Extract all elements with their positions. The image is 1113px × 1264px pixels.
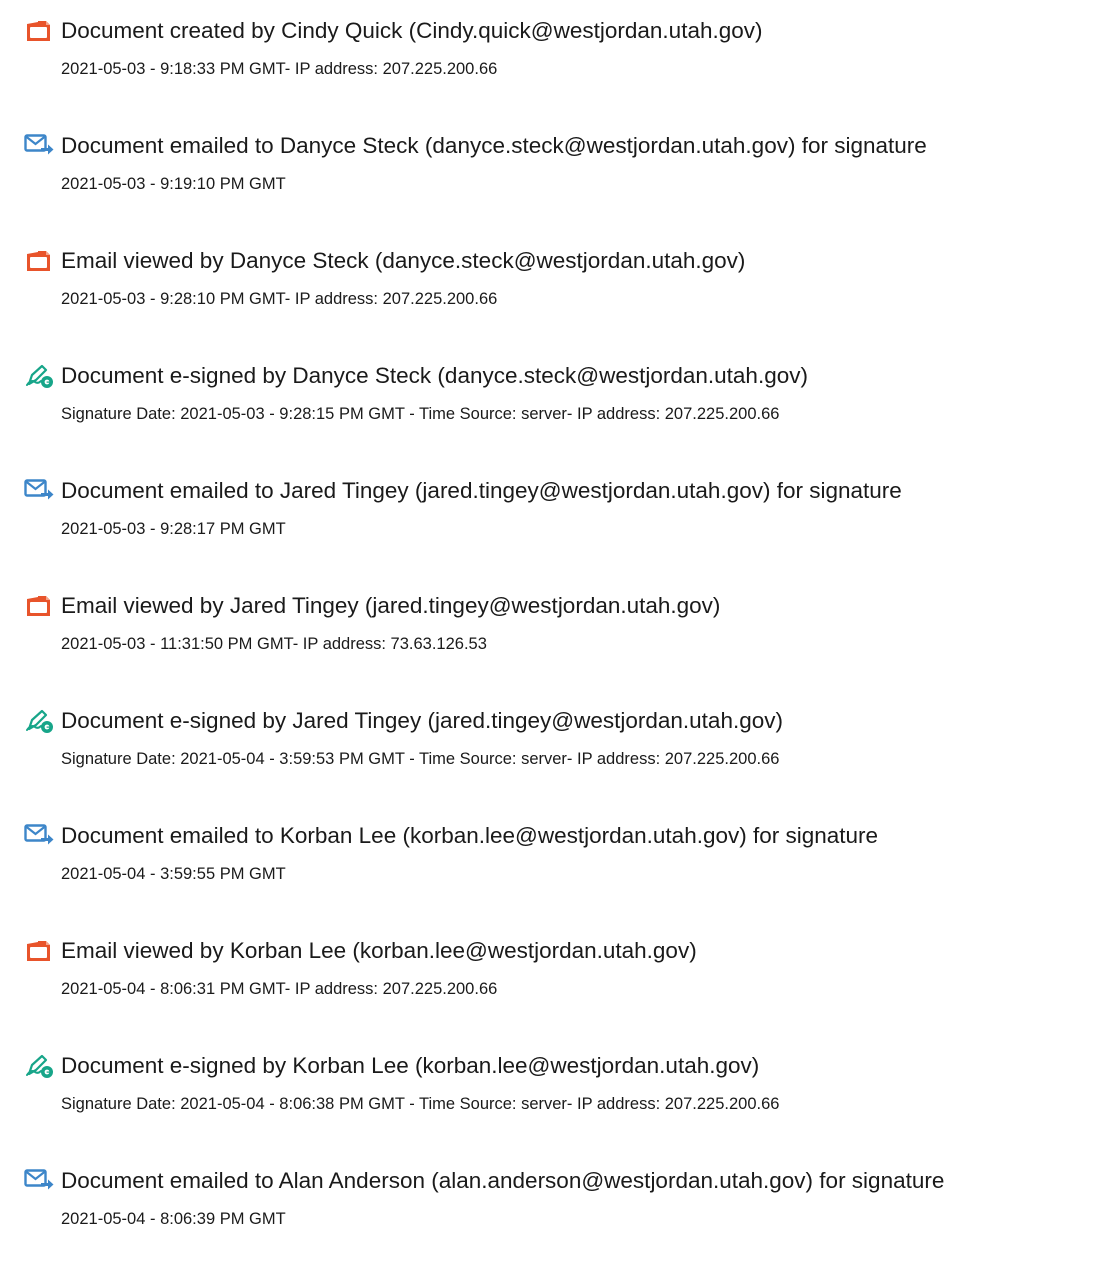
event-detail: Signature Date: 2021-05-03 - 9:28:15 PM … [61,405,780,423]
event-detail: Signature Date: 2021-05-04 - 8:06:38 PM … [61,1095,780,1113]
event-title: Document emailed to Korban Lee (korban.l… [61,823,879,848]
timeline-entry: Document emailed to Jared Tingey (jared.… [0,474,1113,574]
event-detail: 2021-05-03 - 9:18:33 PM GMT- IP address:… [61,60,498,78]
timeline-entry: Document emailed to Korban Lee (korban.l… [0,819,1113,919]
document-icon [24,248,54,274]
email-icon [24,823,54,849]
timeline-entry: Email viewed by Jared Tingey (jared.ting… [0,589,1113,689]
document-icon [24,18,54,44]
timeline-entry: Email viewed by Danyce Steck (danyce.ste… [0,244,1113,344]
document-icon [24,593,54,619]
timeline-entry: Document created by Cindy Quick (Cindy.q… [0,14,1113,114]
event-title: Document emailed to Jared Tingey (jared.… [61,478,902,503]
event-title: Email viewed by Danyce Steck (danyce.ste… [61,248,746,273]
timeline-entry: Document e-signed by Korban Lee (korban.… [0,1049,1113,1149]
audit-timeline: Document created by Cindy Quick (Cindy.q… [0,0,1113,1228]
timeline-entry: Document emailed to Danyce Steck (danyce… [0,129,1113,229]
event-detail: Signature Date: 2021-05-04 - 3:59:53 PM … [61,750,780,768]
esign-icon [24,708,54,734]
event-title: Document e-signed by Jared Tingey (jared… [61,708,783,733]
email-icon [24,133,54,159]
email-icon [24,1168,54,1194]
event-detail: 2021-05-03 - 9:28:10 PM GMT- IP address:… [61,290,498,308]
timeline-entry: Document e-signed by Danyce Steck (danyc… [0,359,1113,459]
event-title: Document emailed to Danyce Steck (danyce… [61,133,927,158]
event-title: Document e-signed by Danyce Steck (danyc… [61,363,808,388]
event-title: Email viewed by Jared Tingey (jared.ting… [61,593,721,618]
event-title: Document e-signed by Korban Lee (korban.… [61,1053,760,1078]
timeline-entry: Document emailed to Alan Anderson (alan.… [0,1164,1113,1264]
event-detail: 2021-05-04 - 3:59:55 PM GMT [61,865,286,883]
event-detail: 2021-05-03 - 9:28:17 PM GMT [61,520,286,538]
esign-icon [24,1053,54,1079]
event-detail: 2021-05-04 - 8:06:31 PM GMT- IP address:… [61,980,498,998]
event-detail: 2021-05-04 - 8:06:39 PM GMT [61,1210,286,1228]
email-icon [24,478,54,504]
esign-icon [24,363,54,389]
timeline-entry: Email viewed by Korban Lee (korban.lee@w… [0,934,1113,1034]
document-icon [24,938,54,964]
event-title: Document emailed to Alan Anderson (alan.… [61,1168,945,1193]
timeline-entry: Document e-signed by Jared Tingey (jared… [0,704,1113,804]
event-title: Document created by Cindy Quick (Cindy.q… [61,18,763,43]
event-detail: 2021-05-03 - 11:31:50 PM GMT- IP address… [61,635,487,653]
event-detail: 2021-05-03 - 9:19:10 PM GMT [61,175,286,193]
event-title: Email viewed by Korban Lee (korban.lee@w… [61,938,697,963]
